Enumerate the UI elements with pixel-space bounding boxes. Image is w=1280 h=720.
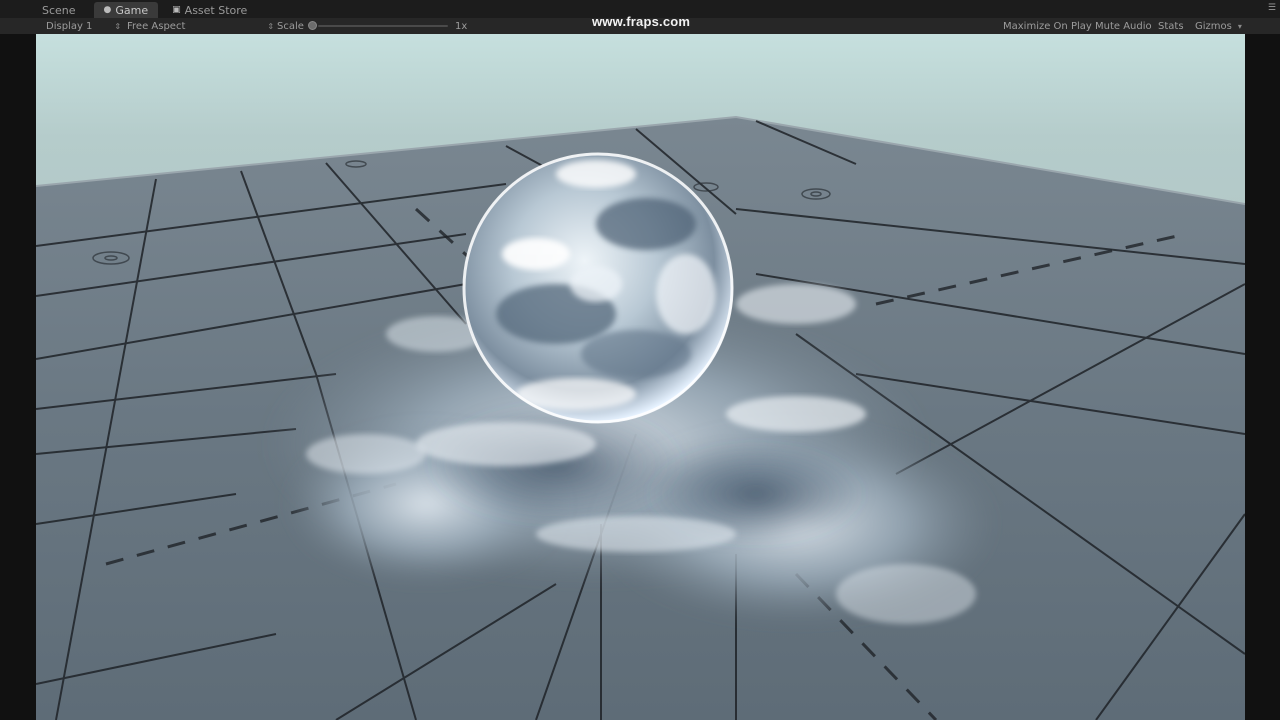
fraps-watermark: www.fraps.com <box>592 14 691 29</box>
ice-sphere <box>462 152 734 424</box>
tab-asset-store[interactable]: ▣ Asset Store <box>162 2 257 18</box>
stats-button[interactable]: Stats <box>1158 18 1184 34</box>
scale-value: 1x <box>455 20 468 32</box>
chevron-down-icon: ▾ <box>1237 21 1242 31</box>
tab-label: Scene <box>42 3 76 17</box>
aspect-label: Free Aspect <box>127 20 186 32</box>
tab-label: Game <box>115 3 149 17</box>
display-dropdown[interactable]: Display 1 ⇕ <box>46 18 121 34</box>
scale-slider-track[interactable] <box>318 25 448 27</box>
tab-scene[interactable]: Scene <box>32 2 86 18</box>
display-label: Display 1 <box>46 20 93 32</box>
gizmos-button[interactable]: Gizmos ▾ <box>1195 18 1242 34</box>
scale-label: Scale <box>277 20 304 32</box>
scale-slider-handle[interactable] <box>308 21 317 30</box>
unity-game-window: Scene ● Game ▣ Asset Store ☰ Display 1 ⇕… <box>0 0 1280 720</box>
chevron-updown-icon: ⇕ <box>267 21 275 31</box>
shopping-bag-icon: ▣ <box>172 5 181 15</box>
maximize-on-play-button[interactable]: Maximize On Play <box>1003 18 1092 34</box>
gamepad-icon: ● <box>103 5 112 15</box>
chevron-updown-icon: ⇕ <box>114 21 122 31</box>
tab-label: Asset Store <box>184 3 248 17</box>
gizmos-label: Gizmos <box>1195 20 1232 32</box>
game-viewport[interactable] <box>36 34 1245 720</box>
aspect-dropdown[interactable]: Free Aspect ⇕ <box>127 18 274 34</box>
panel-menu-icon[interactable]: ☰ <box>1268 3 1276 13</box>
mute-audio-button[interactable]: Mute Audio <box>1095 18 1152 34</box>
game-render <box>36 34 1245 720</box>
tab-game[interactable]: ● Game <box>93 2 159 18</box>
